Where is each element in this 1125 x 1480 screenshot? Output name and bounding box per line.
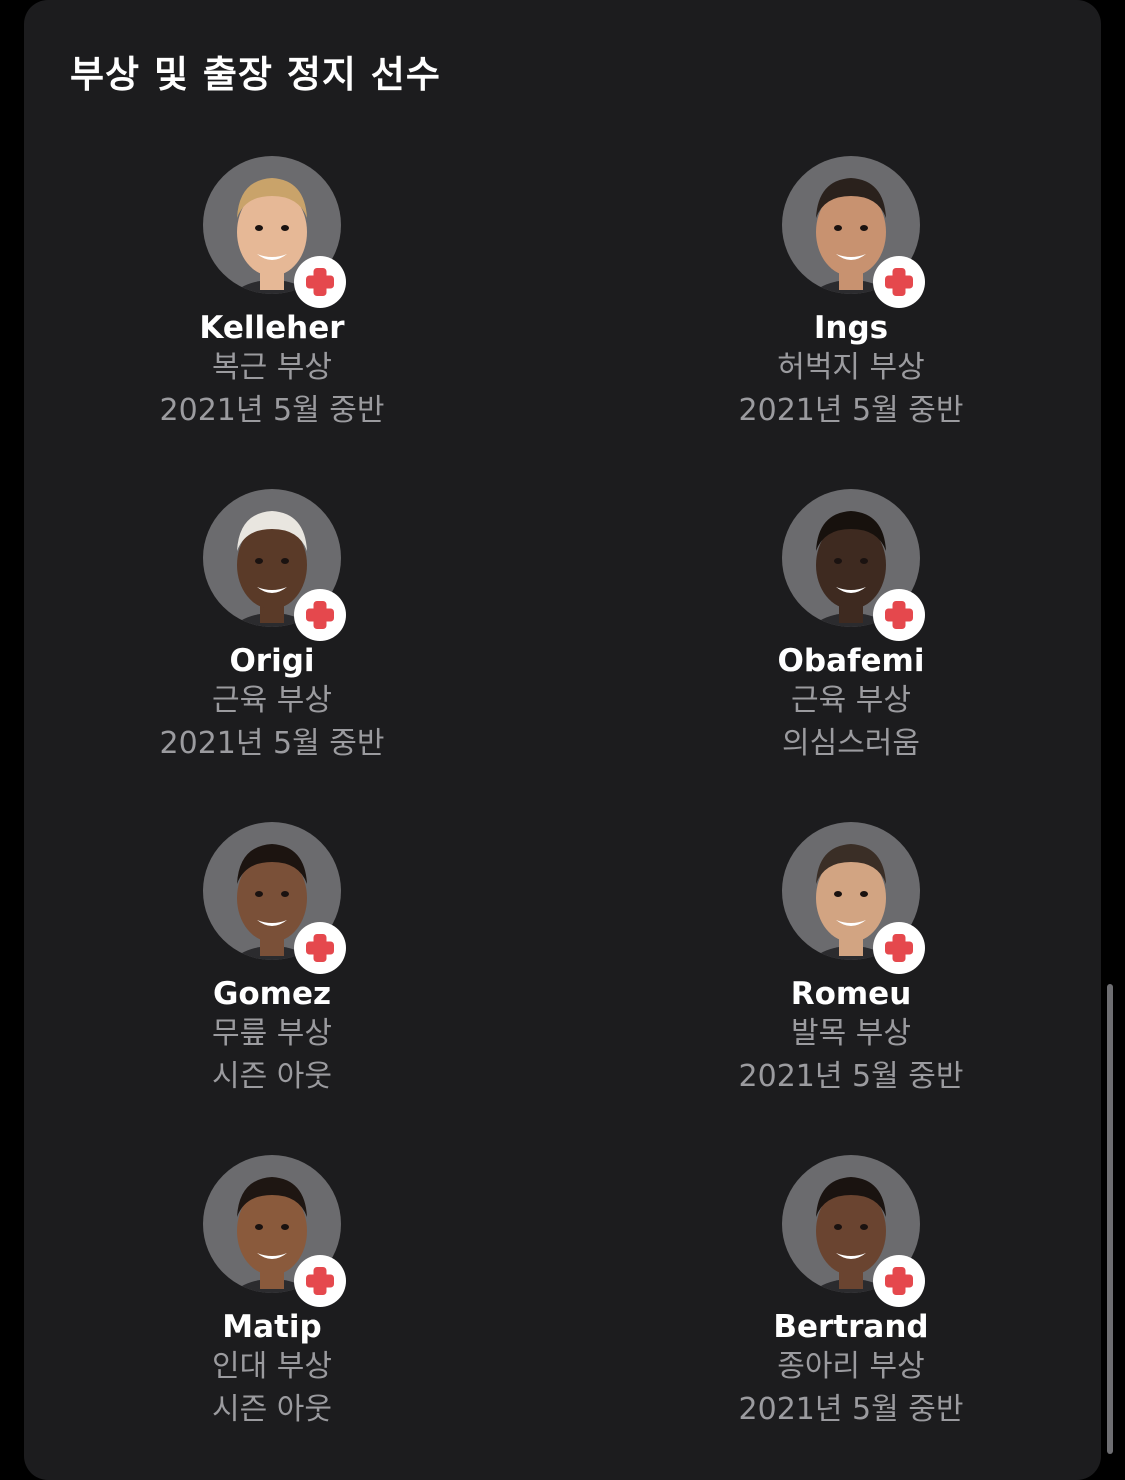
avatar-wrapper xyxy=(782,156,925,308)
avatar-wrapper xyxy=(782,822,925,974)
player-name: Kelleher xyxy=(199,310,345,346)
expected-return: 2021년 5월 중반 xyxy=(159,726,385,761)
expected-return: 2021년 5월 중반 xyxy=(159,393,385,428)
injury-type: 인대 부상 xyxy=(212,1349,332,1384)
injury-type: 무릎 부상 xyxy=(212,1016,332,1051)
player-item-origi[interactable]: Origi 근육 부상 2021년 5월 중반 xyxy=(62,489,482,789)
player-item-gomez[interactable]: Gomez 무릎 부상시즌 아웃 xyxy=(62,822,482,1122)
expected-return: 시즌 아웃 xyxy=(212,1059,332,1094)
avatar-wrapper xyxy=(203,1155,346,1307)
player-name: Bertrand xyxy=(773,1309,929,1345)
avatar-wrapper xyxy=(782,1155,925,1307)
injury-cross-icon xyxy=(294,589,346,641)
injury-cross-icon xyxy=(873,256,925,308)
injury-cross-icon xyxy=(873,922,925,974)
section-title: 부상 및 출장 정지 선수 xyxy=(70,53,441,96)
scrollbar[interactable] xyxy=(1107,984,1113,1454)
player-name: Matip xyxy=(222,1309,322,1345)
player-item-obafemi[interactable]: Obafemi 근육 부상의심스러움 xyxy=(641,489,1061,789)
injury-cross-icon xyxy=(294,922,346,974)
avatar-wrapper xyxy=(782,489,925,641)
player-name: Romeu xyxy=(790,976,912,1012)
expected-return: 시즌 아웃 xyxy=(212,1392,332,1427)
player-item-romeu[interactable]: Romeu 발목 부상 2021년 5월 중반 xyxy=(641,822,1061,1122)
player-item-bertrand[interactable]: Bertrand 종아리 부상 2021년 5월 중반 xyxy=(641,1155,1061,1455)
injuries-card: 부상 및 출장 정지 선수 Kelleher 복근 부상 2021년 5월 중반 In… xyxy=(24,0,1101,1480)
injury-cross-icon xyxy=(873,1255,925,1307)
expected-return: 2021년 5월 중반 xyxy=(738,1059,964,1094)
injury-type: 근육 부상 xyxy=(791,683,911,718)
expected-return: 의심스러움 xyxy=(782,726,920,761)
injury-cross-icon xyxy=(294,256,346,308)
player-item-ings[interactable]: Ings 허벅지 부상 2021년 5월 중반 xyxy=(641,156,1061,456)
avatar-wrapper xyxy=(203,822,346,974)
injury-type: 근육 부상 xyxy=(212,683,332,718)
player-item-matip[interactable]: Matip 인대 부상시즌 아웃 xyxy=(62,1155,482,1455)
expected-return: 2021년 5월 중반 xyxy=(738,1392,964,1427)
injury-cross-icon xyxy=(294,1255,346,1307)
player-name: Origi xyxy=(229,643,315,679)
player-name: Obafemi xyxy=(777,643,925,679)
injury-type: 복근 부상 xyxy=(212,350,332,385)
avatar-wrapper xyxy=(203,156,346,308)
player-name: Gomez xyxy=(212,976,332,1012)
player-name: Ings xyxy=(813,310,889,346)
injury-type: 발목 부상 xyxy=(791,1016,911,1051)
injury-type: 허벅지 부상 xyxy=(777,350,925,385)
injury-type: 종아리 부상 xyxy=(777,1349,925,1384)
expected-return: 2021년 5월 중반 xyxy=(738,393,964,428)
player-item-kelleher[interactable]: Kelleher 복근 부상 2021년 5월 중반 xyxy=(62,156,482,456)
avatar-wrapper xyxy=(203,489,346,641)
injury-cross-icon xyxy=(873,589,925,641)
